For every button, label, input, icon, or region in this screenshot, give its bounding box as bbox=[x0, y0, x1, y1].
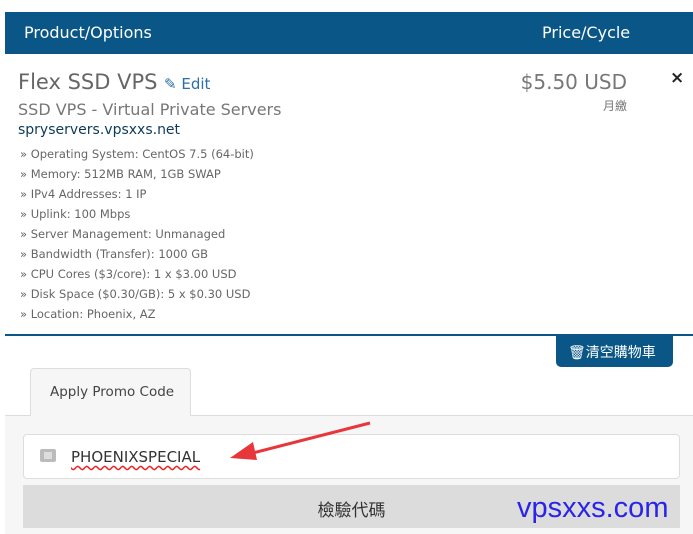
product-option: » Location: Phoenix, AZ bbox=[20, 307, 156, 321]
product-option: » Operating System: CentOS 7.5 (64-bit) bbox=[20, 147, 254, 161]
price-column-header: Price/Cycle bbox=[542, 23, 631, 42]
empty-cart-label: 清空購物車 bbox=[585, 345, 656, 361]
edit-label: Edit bbox=[181, 75, 211, 93]
product-domain: spryservers.vpsxxs.net bbox=[18, 122, 181, 138]
product-name: Flex SSD VPS bbox=[18, 70, 158, 94]
pencil-icon: ✎ bbox=[164, 75, 177, 93]
product-options: » Operating System: CentOS 7.5 (64-bit) »… bbox=[20, 144, 254, 324]
edit-link[interactable]: ✎ Edit bbox=[164, 75, 210, 93]
empty-cart-button[interactable]: 🗑清空購物車 bbox=[556, 336, 673, 367]
product-option: » CPU Cores ($3/core): 1 x $3.00 USD bbox=[20, 267, 237, 281]
product-price: $5.50 USD bbox=[520, 70, 627, 94]
tab-apply-promo-code[interactable]: Apply Promo Code bbox=[30, 368, 191, 416]
product-option: » Server Management: Unmanaged bbox=[20, 227, 226, 241]
product-option: » Uplink: 100 Mbps bbox=[20, 207, 131, 221]
promo-code-value: PHOENIXSPECIAL bbox=[71, 448, 201, 466]
cart-table-header: Product/Options Price/Cycle bbox=[5, 12, 693, 54]
annotation-arrow bbox=[230, 421, 371, 460]
billing-cycle: 月繳 bbox=[602, 99, 627, 113]
trash-icon: 🗑 bbox=[568, 345, 586, 361]
product-option: » Disk Space ($0.30/GB): 5 x $0.30 USD bbox=[20, 287, 251, 301]
ticket-icon bbox=[40, 449, 56, 462]
product-option: » Memory: 512MB RAM, 1GB SWAP bbox=[20, 167, 221, 181]
product-column-header: Product/Options bbox=[24, 23, 152, 42]
remove-item-icon[interactable]: × bbox=[670, 68, 684, 88]
product-group: SSD VPS - Virtual Private Servers bbox=[18, 100, 282, 119]
product-option: » IPv4 Addresses: 1 IP bbox=[20, 187, 147, 201]
product-option: » Bandwidth (Transfer): 1000 GB bbox=[20, 247, 209, 261]
watermark: vpsxxs.com bbox=[517, 492, 669, 524]
